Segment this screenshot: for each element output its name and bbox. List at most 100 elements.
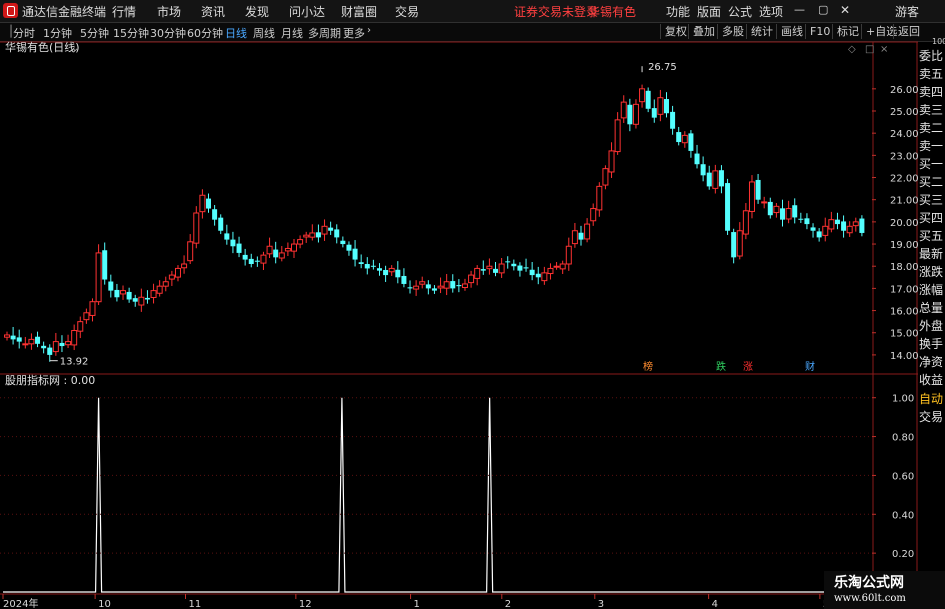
- diamond-icon[interactable]: ◇: [848, 44, 856, 55]
- event-marker-finance[interactable]: 财: [805, 360, 815, 373]
- candle-body: [590, 208, 597, 222]
- event-marker-drop[interactable]: 跌: [716, 360, 726, 373]
- sidebar-item[interactable]: 买四: [919, 209, 943, 226]
- candle-body: [541, 272, 548, 282]
- sidebar-item[interactable]: 卖五: [919, 65, 943, 82]
- sidebar-trade[interactable]: 交易: [919, 408, 943, 425]
- candle-body: [529, 269, 535, 276]
- sidebar-item[interactable]: 卖一: [919, 137, 943, 154]
- candle-body: [767, 201, 773, 216]
- sidebar-item[interactable]: 涨幅: [919, 281, 943, 298]
- sidebar-item[interactable]: 卖二: [919, 119, 943, 136]
- candle-body: [114, 289, 120, 298]
- panel-chevron-down-icon[interactable]: ⌄: [71, 43, 79, 54]
- candle-body: [450, 281, 456, 289]
- candle-body: [10, 335, 16, 340]
- candle-body: [95, 252, 102, 303]
- watermark: 乐淘公式网 www.60lt.com: [824, 571, 945, 609]
- candle-body: [810, 227, 816, 231]
- candle-body: [535, 273, 541, 278]
- candle-body: [816, 231, 822, 238]
- candle-body: [383, 269, 389, 276]
- sidebar-item[interactable]: 总量: [919, 299, 943, 316]
- candle-body: [670, 111, 676, 129]
- sidebar-auto[interactable]: 自动: [919, 390, 943, 407]
- candle-body: [596, 185, 603, 211]
- indicator-tick-label: 0.40: [892, 510, 914, 521]
- candle-body: [162, 281, 169, 287]
- candle-body: [16, 337, 22, 342]
- candle-body: [77, 321, 84, 332]
- candle-body: [83, 312, 90, 321]
- candle-body: [602, 168, 609, 186]
- candle-body: [437, 285, 444, 289]
- candle-body: [388, 267, 395, 273]
- main-panel-title: 华锡有色(日线): [5, 40, 80, 54]
- indicator-tick-label: 1.00: [892, 394, 914, 405]
- max-price-label: 26.75: [648, 62, 677, 73]
- candle-body: [273, 249, 279, 258]
- candle-body: [199, 194, 206, 213]
- candle-body: [736, 230, 743, 257]
- sidebar-item[interactable]: 换手: [919, 335, 943, 352]
- candle-body: [193, 212, 200, 244]
- x-tick-label: 4: [712, 599, 718, 609]
- indicator-title: 股朋指标网 : 0.00: [5, 373, 95, 387]
- square-icon[interactable]: □: [865, 44, 874, 55]
- x-tick-label: 10: [98, 599, 111, 609]
- candle-body: [138, 296, 145, 306]
- sidebar-item[interactable]: 委比: [919, 47, 943, 64]
- candle-body: [346, 244, 352, 251]
- sidebar-item[interactable]: 收益: [919, 371, 943, 388]
- candle-body: [571, 230, 578, 245]
- sidebar-item[interactable]: 外盘: [919, 317, 943, 334]
- sidebar-item[interactable]: 卖四: [919, 83, 943, 100]
- sidebar-item[interactable]: 买五: [919, 227, 943, 244]
- x-tick-label: 12: [299, 599, 312, 609]
- sidebar-item[interactable]: 买一: [919, 155, 943, 172]
- candle-body: [4, 334, 10, 338]
- chart-area[interactable]: ⌄ 华锡有色(日线) ⌄ ◇ □ × 股朋指标网 : 0.00 26.75 13…: [0, 0, 945, 609]
- candle-body: [639, 88, 646, 103]
- candle-body: [401, 275, 407, 284]
- sidebar-item[interactable]: 卖三: [919, 101, 943, 118]
- sidebar-item[interactable]: 涨跌: [919, 263, 943, 280]
- x-tick-label: 2: [505, 599, 511, 609]
- candle-body: [108, 281, 114, 291]
- candle-body: [315, 232, 321, 238]
- candle-body: [102, 250, 108, 280]
- candle-body: [511, 263, 517, 267]
- sidebar-item[interactable]: 买三: [919, 191, 943, 208]
- candle-body: [584, 223, 591, 240]
- candle-body: [254, 260, 260, 262]
- candle-body: [224, 233, 230, 240]
- candle-body: [517, 265, 523, 271]
- y-tick-label: 24.00: [890, 129, 919, 140]
- candle-body: [493, 268, 499, 273]
- candle-body: [358, 262, 364, 264]
- candle-body: [352, 248, 358, 260]
- candle-body: [773, 205, 780, 214]
- candle-body: [309, 232, 316, 238]
- candle-body: [565, 245, 572, 265]
- candle-body: [468, 274, 475, 284]
- candle-body: [480, 269, 486, 271]
- y-tick-label: 21.00: [890, 196, 919, 207]
- candle-body: [419, 281, 426, 285]
- indicator-line: [3, 397, 872, 593]
- sidebar-item[interactable]: 净资: [919, 353, 943, 370]
- candle-body: [828, 219, 835, 230]
- event-marker-rank[interactable]: 榜: [643, 360, 653, 373]
- candle-body: [89, 301, 96, 316]
- event-marker-rise[interactable]: 涨: [743, 361, 753, 373]
- panel-close-icon[interactable]: ×: [880, 44, 888, 55]
- y-tick-label: 16.00: [890, 307, 919, 318]
- candle-body: [206, 198, 212, 209]
- sidebar-item[interactable]: 最新: [919, 245, 943, 262]
- candle-body: [498, 263, 505, 274]
- sidebar-item[interactable]: 买二: [919, 173, 943, 190]
- x-tick-label: 3: [598, 599, 604, 609]
- candle-body: [822, 225, 829, 236]
- x-tick-label: 2024年: [3, 597, 38, 609]
- candle-body: [297, 239, 304, 245]
